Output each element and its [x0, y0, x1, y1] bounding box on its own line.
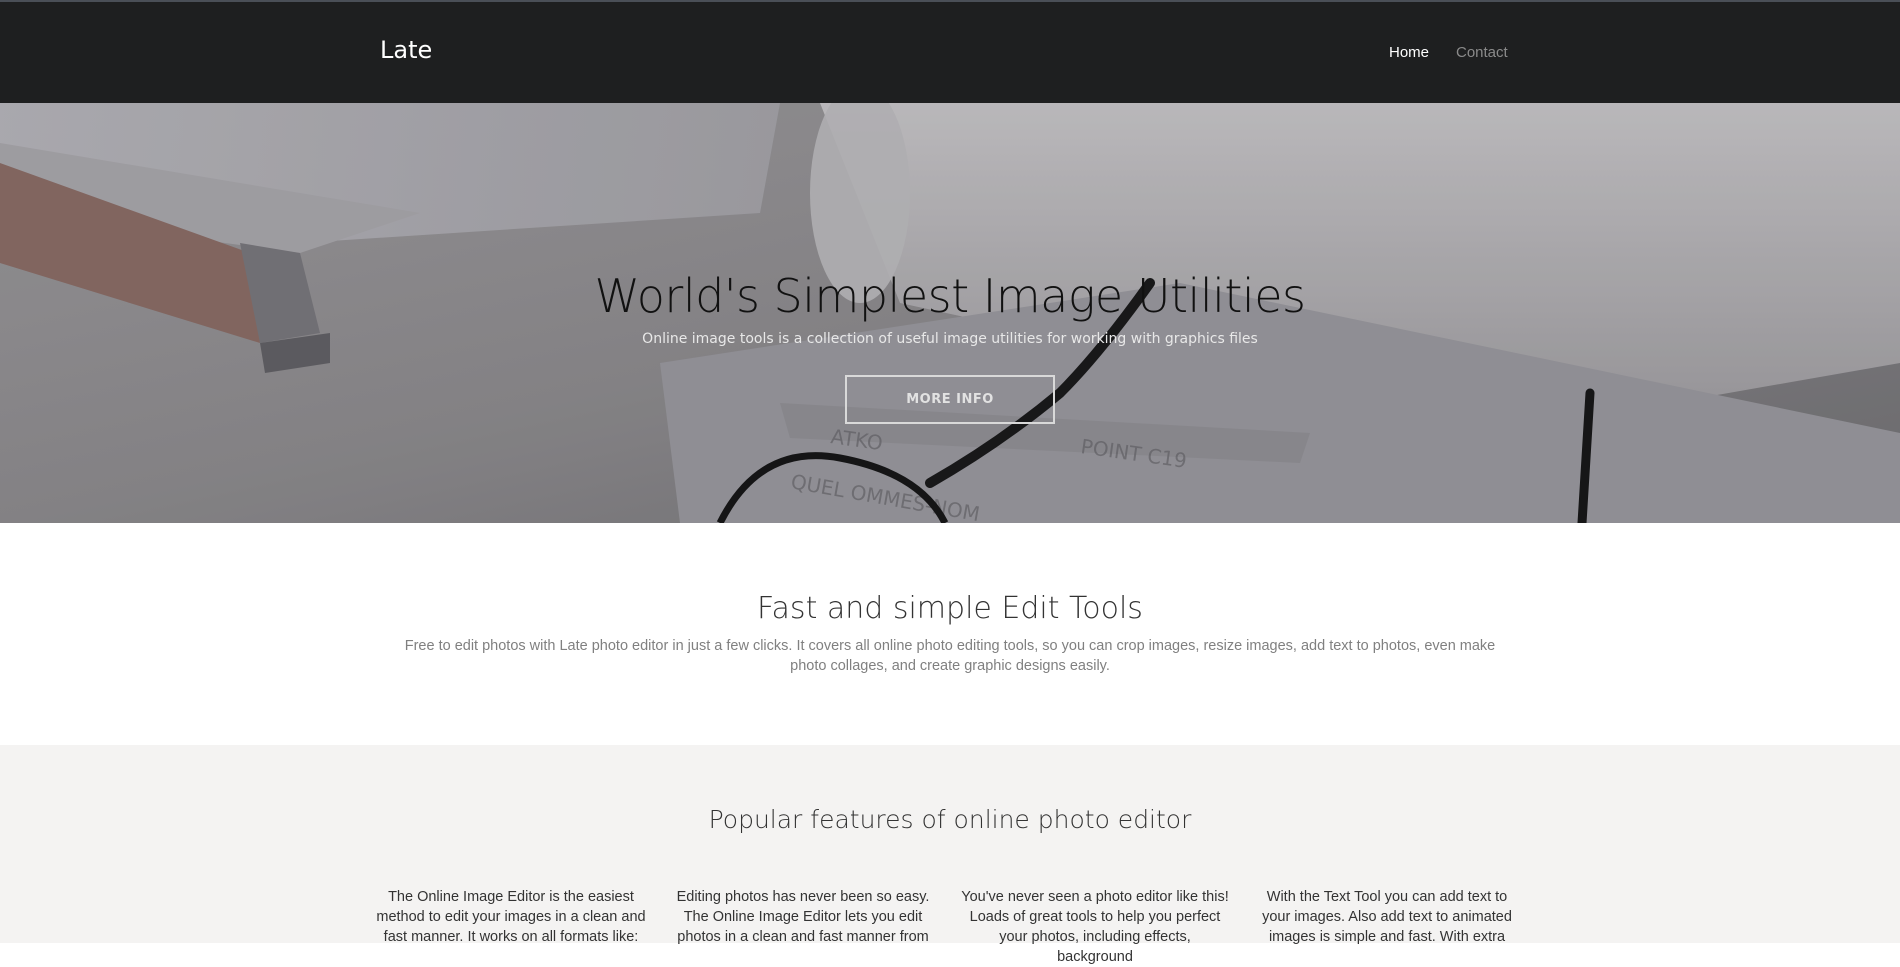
feature-column-4: With the Text Tool you can add text to y… — [1262, 889, 1512, 945]
navbar: Late Home Contact — [0, 2, 1900, 103]
hero-section: ATKO POINT C19 QUEL OMMES-NOM World's Si… — [0, 103, 1900, 523]
brand-logo[interactable]: Late — [380, 36, 432, 64]
feature-column-2: Editing photos has never been so easy. T… — [676, 889, 930, 945]
nav-link-contact[interactable]: Contact — [1456, 44, 1508, 61]
hero-title: World's Simplest Image Utilities — [594, 269, 1306, 323]
edit-tools-section: Fast and simple Edit Tools Free to edit … — [0, 523, 1900, 745]
feature-column-1: The Online Image Editor is the easiest m… — [376, 889, 646, 945]
popular-features-section: Popular features of online photo editor … — [0, 745, 1900, 965]
popular-features-title: Popular features of online photo editor — [708, 805, 1192, 834]
edit-tools-title: Fast and simple Edit Tools — [757, 591, 1143, 626]
hero-subtitle: Online image tools is a collection of us… — [642, 331, 1258, 347]
feature-column-3: You've never seen a photo editor like th… — [961, 889, 1229, 965]
more-info-button[interactable]: MORE INFO — [845, 375, 1055, 424]
edit-tools-description: Free to edit photos with Late photo edit… — [404, 638, 1496, 674]
nav-link-home[interactable]: Home — [1389, 44, 1429, 61]
